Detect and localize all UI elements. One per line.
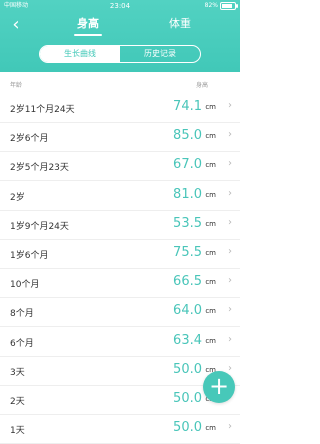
tab-weight-label: 体重 — [169, 17, 191, 30]
list-item[interactable]: 2岁 81.0 cm › — [0, 182, 240, 211]
chevron-right-icon: › — [228, 216, 232, 228]
row-unit: cm — [205, 190, 216, 199]
list-item[interactable]: 8个月 64.0 cm › — [0, 298, 240, 328]
row-height-value: 67.0 — [173, 157, 202, 173]
segment-history[interactable]: 历史记录 — [120, 46, 200, 62]
row-age: 3天 — [10, 367, 25, 378]
row-height-value: 53.5 — [173, 215, 202, 231]
row-height-value: 74.1 — [173, 99, 202, 114]
list-item[interactable]: 10个月 66.5 cm › — [0, 269, 240, 299]
status-bar: 中国移动 23:04 82% — [0, 0, 240, 12]
chevron-right-icon: › — [228, 275, 232, 287]
status-right: 82% — [204, 0, 238, 12]
row-unit: cm — [205, 103, 216, 111]
list-item[interactable]: 2岁6个月 85.0 cm › — [0, 123, 240, 153]
row-height-value: 81.0 — [173, 186, 202, 202]
row-unit: cm — [205, 278, 216, 287]
segment-control: 生长曲线 历史记录 — [39, 45, 201, 63]
row-height-value: 64.0 — [173, 303, 202, 319]
row-age: 1天 — [10, 426, 25, 437]
row-height-value: 50.0 — [173, 361, 202, 377]
row-unit: cm — [205, 336, 216, 345]
list-item[interactable]: 2岁11个月24天 74.1 cm › — [0, 94, 240, 123]
list-item[interactable]: 1岁6个月 75.5 cm › — [0, 240, 240, 269]
top-bar: 中国移动 23:04 82% ‹ 身高 体重 生长曲线 历史记录 — [0, 0, 240, 72]
row-height-value: 63.4 — [173, 332, 202, 348]
chevron-right-icon: › — [228, 304, 232, 316]
list-item[interactable]: 1岁9个月24天 53.5 cm › — [0, 211, 240, 240]
chevron-left-icon[interactable]: ‹ — [6, 15, 26, 35]
row-unit: cm — [205, 424, 216, 433]
nav-bar: ‹ 身高 体重 — [0, 14, 240, 36]
list-header: 年龄 身高 — [0, 78, 240, 90]
add-record-button[interactable]: + — [203, 371, 235, 403]
list-item[interactable]: 2岁5个月23天 67.0 cm › — [0, 152, 240, 182]
chevron-right-icon: › — [228, 421, 232, 433]
row-unit: cm — [205, 219, 216, 228]
chevron-right-icon: › — [228, 100, 232, 111]
row-age: 2岁11个月24天 — [10, 105, 75, 115]
row-age: 1岁6个月 — [10, 251, 49, 261]
tab-weight[interactable]: 体重 — [160, 14, 200, 36]
battery-icon — [220, 2, 238, 10]
tab-height[interactable]: 身高 — [68, 14, 108, 36]
tab-height-underline — [74, 34, 102, 36]
row-age: 2岁5个月23天 — [10, 163, 69, 174]
list-item[interactable]: 1天 50.0 cm › — [0, 415, 240, 444]
row-height-value: 50.0 — [173, 420, 202, 436]
chevron-right-icon: › — [228, 158, 232, 170]
row-age: 2岁 — [10, 192, 25, 203]
segment-growth-curve[interactable]: 生长曲线 — [40, 46, 120, 62]
chevron-right-icon: › — [228, 333, 232, 345]
row-unit: cm — [205, 132, 216, 141]
header-height: 身高 — [196, 82, 209, 89]
plus-icon: + — [208, 372, 230, 400]
tab-height-label: 身高 — [77, 17, 99, 30]
row-height-value: 66.5 — [173, 274, 202, 290]
row-unit: cm — [205, 307, 216, 316]
row-height-value: 85.0 — [173, 128, 202, 144]
header-age: 年龄 — [10, 82, 23, 89]
row-age: 6个月 — [10, 338, 34, 349]
battery-percent: 82% — [204, 2, 218, 9]
chevron-right-icon: › — [228, 246, 232, 257]
row-age: 8个月 — [10, 309, 34, 320]
chevron-right-icon: › — [228, 187, 232, 199]
row-age: 1岁9个月24天 — [10, 221, 69, 232]
row-unit: cm — [205, 249, 216, 257]
row-height-value: 75.5 — [173, 245, 202, 260]
row-unit: cm — [205, 161, 216, 170]
chevron-right-icon: › — [228, 129, 232, 141]
row-age: 2天 — [10, 397, 25, 407]
row-age: 2岁6个月 — [10, 134, 49, 145]
row-age: 10个月 — [10, 280, 40, 291]
list-item[interactable]: 6个月 63.4 cm › — [0, 328, 240, 357]
row-height-value: 50.0 — [173, 391, 202, 406]
